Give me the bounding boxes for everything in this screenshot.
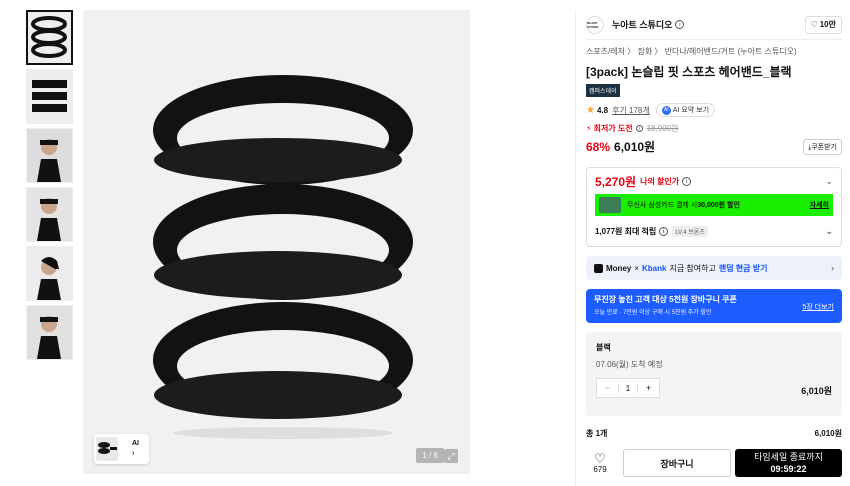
- timesale-label: 타임세일 종료까지: [754, 452, 823, 462]
- times-sign: ×: [634, 263, 640, 273]
- chevron-down-icon[interactable]: ⌄: [825, 226, 833, 237]
- product-info-panel: NUART STUDIO 누아트 스튜디오 i ♡ 10만 스포츠/레저 〉 잡…: [575, 10, 850, 486]
- card-promo-banner[interactable]: 무신사 삼성카드 결제 시 30,000원 할인 자세히: [595, 194, 833, 216]
- chevron-right-icon: ›: [831, 263, 834, 273]
- info-icon[interactable]: i: [659, 226, 669, 236]
- quantity-value[interactable]: 1: [617, 383, 639, 393]
- money-kbank-banner[interactable]: Money × Kbank 지금 참여하고 랜덤 현금 받기 ›: [586, 256, 842, 280]
- rating-row: ★ 4.8 후기 178개 AI AI 요약 보기: [586, 103, 850, 117]
- thumbnail-4[interactable]: [26, 187, 73, 242]
- image-gallery: AI › 1 / 6 ⤢: [0, 0, 575, 486]
- chevron-right-icon: ›: [132, 450, 135, 457]
- cart-coupon-title: 무진장 놓친 고객 대상 5천원 장바구니 쿠폰: [594, 295, 737, 304]
- money-text: 지금 참여하고: [669, 263, 716, 273]
- campus-badge: 캠퍼스데이: [586, 84, 620, 97]
- brand-like-button[interactable]: ♡ 10만: [804, 15, 842, 34]
- chevron-down-icon[interactable]: ⌄: [825, 176, 833, 187]
- money-link: 랜덤 현금 받기: [718, 263, 768, 273]
- selected-option: 블랙 07.06(월) 도착 예정 − 1 + 6,010원: [586, 332, 842, 416]
- coupon-button[interactable]: ⤓쿠폰받기: [803, 138, 842, 155]
- ai-chip-thumbnail: [96, 437, 118, 461]
- cart-coupon-sub: 오늘 만료 · 7만원 이상 구매 시 5천원 추가 할인: [594, 310, 712, 316]
- brand-name[interactable]: 누아트 스튜디오: [612, 18, 672, 31]
- fire-icon: ⚡: [586, 124, 592, 133]
- my-price-label: 나의 할인가: [640, 176, 680, 186]
- discount-rate: 68%: [586, 139, 611, 154]
- image-counter: 1 / 6: [416, 448, 444, 463]
- thumbnail-5[interactable]: [26, 246, 73, 301]
- cart-coupon-banner[interactable]: 무진장 놓친 고객 대상 5천원 장바구니 쿠폰 오늘 만료 · 7만원 이상 …: [586, 289, 842, 323]
- money-label: Money: [606, 263, 632, 273]
- total-value: 6,010원: [814, 429, 842, 438]
- card-promo-more[interactable]: 자세히: [810, 200, 829, 210]
- product-title: [3pack] 논슬립 핏 스포츠 헤어밴드_블랙: [586, 65, 792, 79]
- my-price-amount: 5,270원: [595, 174, 637, 189]
- thumbnail-2[interactable]: [26, 69, 73, 124]
- total-label: 총 1개: [586, 429, 608, 438]
- plus-button[interactable]: +: [638, 383, 659, 393]
- money-logo-icon: [594, 263, 603, 273]
- level-badge: LV.4 브론즈: [672, 225, 708, 237]
- quantity-stepper: − 1 +: [596, 378, 660, 398]
- like-count: 679: [593, 464, 607, 474]
- my-price-row[interactable]: 5,270원 나의 할인가 i ⌄: [587, 168, 841, 194]
- action-bar: ♡ 679 장바구니 타임세일 종료까지 09:59:22: [586, 448, 843, 478]
- brand-like-count: 10만: [819, 20, 836, 29]
- like-button[interactable]: ♡ 679: [586, 450, 614, 474]
- option-color: 블랙: [596, 343, 611, 352]
- thumbnail-list: [26, 10, 73, 364]
- original-price: 18,900원: [646, 124, 679, 133]
- thumbnail-6[interactable]: [26, 305, 73, 360]
- review-link[interactable]: 후기 178개: [612, 105, 650, 116]
- info-icon[interactable]: i: [635, 125, 643, 132]
- total-row: 총 1개 6,010원: [586, 428, 842, 439]
- thumbnail-1[interactable]: [26, 10, 73, 65]
- ai-icon: AI: [661, 105, 671, 115]
- buy-button[interactable]: 타임세일 종료까지 09:59:22: [735, 449, 842, 477]
- main-product-image[interactable]: AI › 1 / 6 ⤢: [83, 10, 470, 474]
- option-price: 6,010원: [801, 386, 832, 396]
- points-text: 1,077원 최대 적립: [595, 226, 657, 236]
- heart-icon: ♡: [594, 450, 606, 466]
- thumbnail-3[interactable]: [26, 128, 73, 183]
- lowest-price-row: ⚡ 최저가 도전 i 18,900원: [586, 123, 850, 134]
- ai-chip-label: AI: [132, 440, 139, 447]
- points-row[interactable]: 1,077원 최대 적립 i LV.4 브론즈 ⌄: [587, 216, 841, 246]
- card-promo-text: 무신사 삼성카드 결제 시: [627, 202, 698, 209]
- timesale-countdown: 09:59:22: [770, 464, 807, 474]
- coupon-label: 쿠폰받기: [811, 143, 837, 151]
- brand-logo[interactable]: NUART STUDIO: [586, 15, 604, 34]
- lowest-label: 최저가 도전: [593, 124, 633, 133]
- minus-button[interactable]: −: [597, 383, 618, 393]
- kbank-label: Kbank: [642, 263, 667, 273]
- info-icon[interactable]: i: [682, 176, 692, 186]
- cart-coupon-more[interactable]: 5장 더보기: [802, 302, 834, 312]
- breadcrumb[interactable]: 스포츠/레저 〉 잡화 〉 반다나/헤어밴드/거트 (누아트 스튜디오): [586, 46, 850, 57]
- expand-icon[interactable]: ⤢: [444, 449, 458, 463]
- price-row: 68% 6,010원 ⤓쿠폰받기: [586, 138, 842, 155]
- brand-row: NUART STUDIO 누아트 스튜디오 i ♡ 10만: [586, 10, 842, 40]
- heart-icon: ♡: [810, 20, 818, 29]
- ai-summary-button[interactable]: AI AI 요약 보기: [655, 103, 716, 117]
- sale-price: 6,010원: [614, 140, 656, 154]
- card-promo-amount: 30,000원 할인: [697, 202, 740, 209]
- cart-button[interactable]: 장바구니: [623, 449, 731, 477]
- info-icon[interactable]: i: [675, 20, 685, 29]
- ai-similar-chip[interactable]: AI ›: [94, 434, 149, 464]
- star-icon: ★: [586, 104, 595, 116]
- ai-summary-label: AI 요약 보기: [672, 107, 710, 114]
- delivery-date: 07.06(월) 도착 예정: [596, 360, 663, 369]
- card-image: [599, 197, 621, 213]
- discount-box: 5,270원 나의 할인가 i ⌄ 무신사 삼성카드 결제 시 30,000원 …: [586, 167, 842, 247]
- headband-photo: [153, 75, 413, 439]
- rating-value: 4.8: [596, 105, 609, 115]
